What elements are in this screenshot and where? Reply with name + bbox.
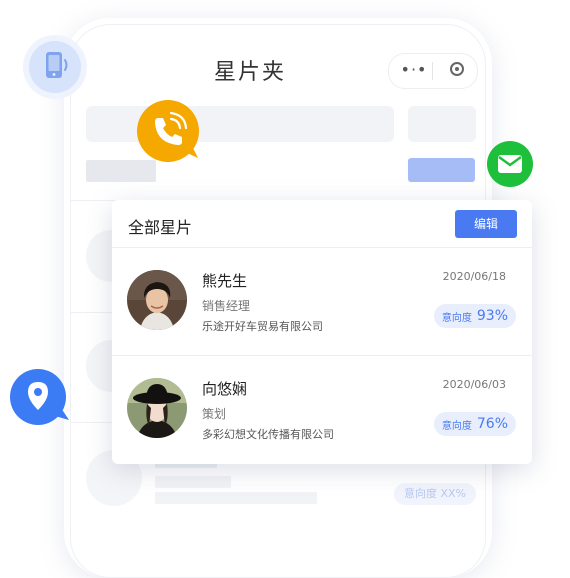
call-icon[interactable]: [136, 100, 200, 162]
intent-label: 意向度: [441, 312, 472, 324]
app-title: 星片夹: [213, 60, 286, 85]
location-icon[interactable]: [9, 368, 71, 426]
text-placeholder: [155, 492, 317, 504]
avatar: [127, 378, 187, 438]
contact-name: 熊先生: [202, 272, 248, 290]
mini-program-capsule[interactable]: •·•: [388, 53, 478, 89]
phone-device-icon: [22, 34, 88, 100]
intent-badge: 意向度 93%: [433, 304, 516, 328]
contact-row[interactable]: 熊先生 销售经理 乐途开好车贸易有限公司 2020/06/18 意向度 93%: [112, 248, 532, 356]
intent-label: 意向度: [441, 420, 472, 432]
intent-placeholder-badge: 意向度 XX%: [394, 483, 476, 505]
contact-company: 乐途开好车贸易有限公司: [202, 320, 323, 333]
capsule-divider: [432, 62, 433, 80]
intent-value: 93%: [476, 308, 508, 324]
card-header: 全部星片 编辑: [112, 200, 532, 248]
contact-name: 向悠娴: [202, 380, 248, 398]
search-placeholder: [86, 106, 394, 142]
intent-value: 76%: [476, 416, 508, 432]
intent-badge: 意向度 76%: [433, 412, 516, 436]
button-placeholder: [408, 158, 475, 182]
contact-role: 策划: [202, 407, 227, 421]
contact-company: 多彩幻想文化传播有限公司: [202, 428, 334, 441]
message-icon[interactable]: [486, 140, 534, 188]
label-placeholder: [86, 160, 156, 182]
text-placeholder: [155, 476, 231, 488]
contact-date: 2020/06/18: [442, 270, 506, 283]
more-icon[interactable]: •·•: [399, 60, 429, 80]
contact-card-list: 全部星片 编辑 熊先生 销售经理 乐途开好车贸易有限公司 2020/06/18 …: [112, 200, 532, 464]
contact-role: 销售经理: [202, 299, 251, 313]
contact-date: 2020/06/03: [442, 378, 506, 391]
card-title: 全部星片: [128, 218, 193, 237]
avatar: [127, 270, 187, 330]
edit-button[interactable]: 编辑: [455, 210, 517, 238]
contact-row[interactable]: 向悠娴 策划 多彩幻想文化传播有限公司 2020/06/03 意向度 76%: [112, 356, 532, 463]
filter-placeholder: [408, 106, 476, 142]
target-icon[interactable]: [450, 62, 464, 76]
